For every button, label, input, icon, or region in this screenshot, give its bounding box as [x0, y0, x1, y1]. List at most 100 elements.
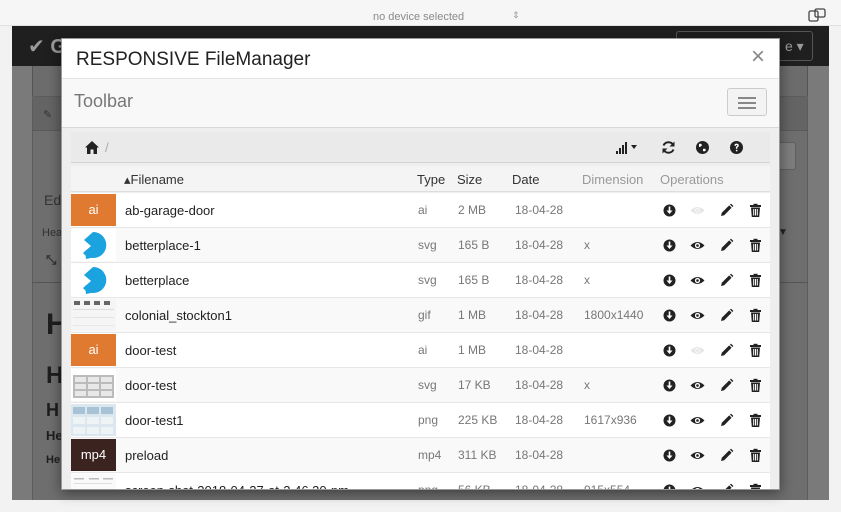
trash-icon[interactable]: [748, 238, 763, 253]
file-dimension: 1800x1440: [584, 308, 644, 322]
file-row[interactable]: door-test1 png 225 KB 18-04-28 1617x936: [71, 403, 770, 438]
column-size[interactable]: Size: [457, 172, 482, 187]
svg-logo-thumbnail[interactable]: [71, 264, 116, 296]
file-name[interactable]: door-test1: [125, 413, 184, 428]
pencil-icon[interactable]: [719, 378, 734, 393]
download-icon[interactable]: [662, 483, 677, 489]
trash-icon[interactable]: [748, 273, 763, 288]
file-type: ai: [418, 203, 428, 217]
pencil-icon[interactable]: [719, 343, 734, 358]
file-name[interactable]: preload: [125, 448, 168, 463]
file-row[interactable]: betterplace svg 165 B 18-04-28 x: [71, 263, 770, 298]
png-screenshot-thumbnail[interactable]: [71, 474, 116, 489]
file-dimension: x: [584, 273, 590, 287]
eye-icon[interactable]: [690, 378, 705, 393]
download-icon[interactable]: [662, 413, 677, 428]
menu-toggle-button[interactable]: [727, 88, 767, 116]
file-type: svg: [418, 378, 437, 392]
globe-icon[interactable]: [695, 140, 710, 155]
column-date[interactable]: Date: [512, 172, 539, 187]
eye-icon[interactable]: [690, 448, 705, 463]
rotate-device-icon[interactable]: [808, 8, 826, 22]
download-icon[interactable]: [662, 378, 677, 393]
pencil-icon[interactable]: [719, 483, 734, 489]
background-text: Ed: [44, 192, 62, 208]
column-filename[interactable]: ▴Filename: [124, 172, 184, 188]
trash-icon[interactable]: [748, 308, 763, 323]
file-row[interactable]: mp4 preload mp4 311 KB 18-04-28: [71, 438, 770, 473]
modal-title: RESPONSIVE FileManager: [76, 49, 311, 70]
file-date: 18-04-28: [515, 413, 564, 427]
file-row[interactable]: ai door-test ai 1 MB 18-04-28: [71, 333, 770, 368]
pencil-icon[interactable]: [719, 448, 734, 463]
toolbar-section: Toolbar: [62, 79, 779, 128]
download-icon[interactable]: [662, 238, 677, 253]
eye-icon[interactable]: [690, 413, 705, 428]
download-icon[interactable]: [662, 273, 677, 288]
device-select[interactable]: no device selected: [373, 11, 464, 23]
trash-icon[interactable]: [748, 378, 763, 393]
download-icon[interactable]: [662, 308, 677, 323]
file-row[interactable]: door-test svg 17 KB 18-04-28 x: [71, 368, 770, 403]
file-type: svg: [418, 273, 437, 287]
svg-door-thumbnail[interactable]: [71, 369, 116, 401]
file-row[interactable]: ai ab-garage-door ai 2 MB 18-04-28: [71, 193, 770, 228]
file-size: 17 KB: [458, 378, 491, 392]
pencil-icon: ✎: [43, 109, 53, 121]
pencil-icon[interactable]: [719, 413, 734, 428]
file-row[interactable]: screen-shot-2018-04-27-at-2.46.30-pm png 5…: [71, 473, 770, 490]
file-row[interactable]: betterplace-1 svg 165 B 18-04-28 x: [71, 228, 770, 263]
file-name[interactable]: colonial_stockton1: [125, 308, 232, 323]
eye-icon[interactable]: [690, 308, 705, 323]
close-button[interactable]: ×: [751, 45, 765, 69]
file-row[interactable]: colonial_stockton1 gif 1 MB 18-04-28 1800x14…: [71, 298, 770, 333]
download-icon[interactable]: [662, 448, 677, 463]
ai-file-thumbnail[interactable]: ai: [71, 334, 116, 366]
mp4-file-thumbnail[interactable]: mp4: [71, 439, 116, 471]
file-name[interactable]: ab-garage-door: [125, 203, 215, 218]
hamburger-line: [738, 97, 756, 99]
trash-icon[interactable]: [748, 413, 763, 428]
file-name[interactable]: door-test: [125, 343, 176, 358]
file-type: png: [418, 483, 439, 490]
file-name[interactable]: screen-shot-2018-04-27-at-2.46.30-pm: [125, 483, 349, 489]
filemanager-area: / ▴Filename Type Size Date Dimension Ope…: [62, 128, 779, 490]
file-size: 225 KB: [458, 413, 498, 427]
eye-icon[interactable]: [690, 273, 705, 288]
file-name[interactable]: betterplace: [125, 273, 189, 288]
trash-icon[interactable]: [748, 203, 763, 218]
eye-icon: [690, 343, 705, 358]
trash-icon[interactable]: [748, 483, 763, 489]
pencil-icon[interactable]: [719, 238, 734, 253]
gif-image-thumbnail[interactable]: [71, 299, 116, 331]
eye-icon[interactable]: [690, 238, 705, 253]
refresh-icon[interactable]: [661, 140, 676, 155]
file-date: 18-04-28: [515, 238, 564, 252]
column-operations: Operations: [660, 172, 724, 187]
column-dimension: Dimension: [582, 172, 644, 187]
home-icon[interactable]: [85, 141, 99, 154]
trash-icon[interactable]: [748, 343, 763, 358]
column-type[interactable]: Type: [417, 172, 445, 187]
trash-icon[interactable]: [748, 448, 763, 463]
file-size: 56 KB: [458, 483, 491, 490]
pencil-icon[interactable]: [719, 308, 734, 323]
download-icon[interactable]: [662, 203, 677, 218]
file-name[interactable]: betterplace-1: [125, 238, 201, 253]
pencil-icon[interactable]: [719, 203, 734, 218]
pencil-icon[interactable]: [719, 273, 734, 288]
file-name[interactable]: door-test: [125, 378, 176, 393]
file-size: 2 MB: [458, 203, 487, 217]
ai-file-thumbnail[interactable]: ai: [71, 194, 116, 226]
file-size: 165 B: [458, 273, 490, 287]
table-header: ▴Filename Type Size Date Dimension Opera…: [71, 166, 770, 192]
signal-bars-icon[interactable]: [615, 140, 641, 155]
file-date: 18-04-28: [515, 273, 564, 287]
svg-logo-thumbnail[interactable]: [71, 229, 116, 261]
png-door-thumbnail[interactable]: [71, 404, 116, 436]
help-icon[interactable]: [729, 140, 744, 155]
file-dimension: 915x554: [584, 483, 631, 490]
eye-icon[interactable]: [690, 483, 705, 489]
download-icon[interactable]: [662, 343, 677, 358]
file-date: 18-04-28: [515, 343, 564, 357]
